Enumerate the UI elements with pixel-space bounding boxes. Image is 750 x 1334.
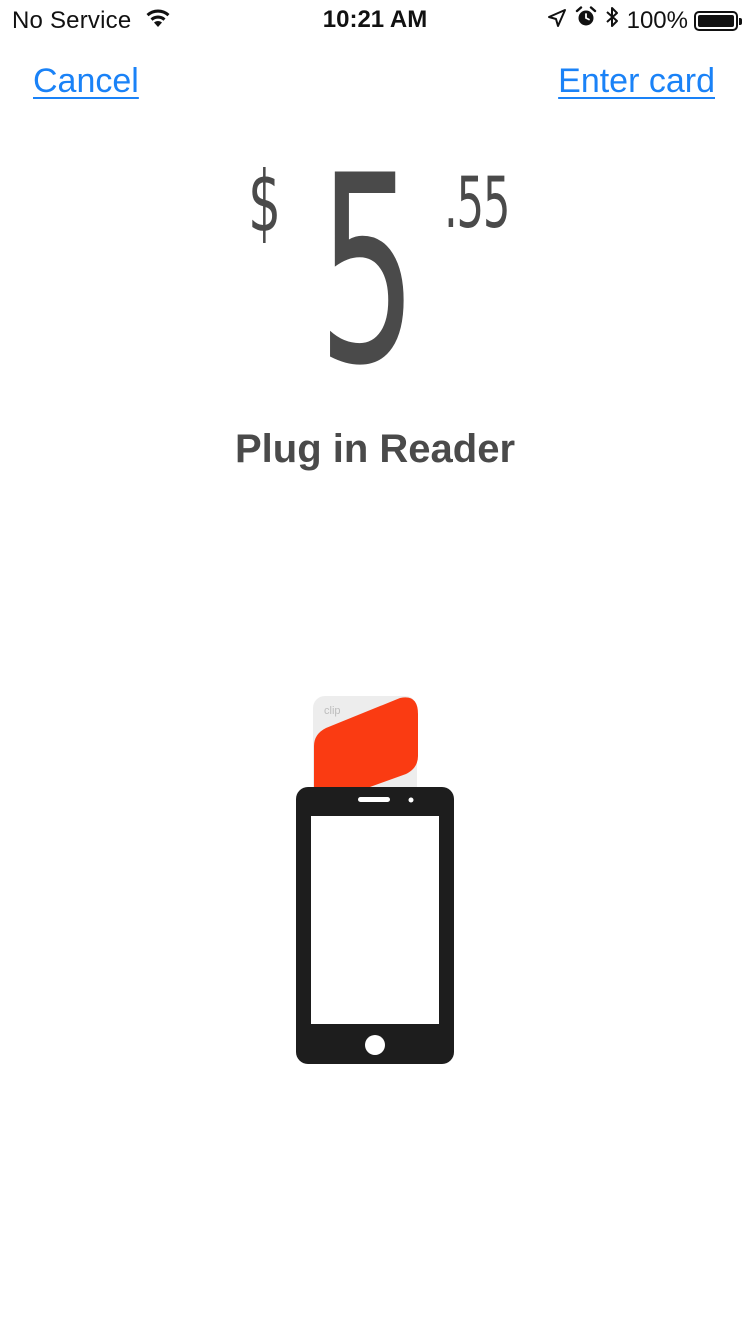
amount-whole: 5: [318, 121, 418, 423]
phone-camera: [408, 797, 414, 803]
status-bar: No Service 10:21 AM 100%: [0, 0, 750, 40]
bluetooth-icon: [605, 6, 619, 35]
enter-card-button[interactable]: Enter card: [558, 62, 715, 101]
phone-home-button: [365, 1035, 385, 1055]
cancel-button[interactable]: Cancel: [33, 62, 139, 101]
phone-reader-graphic: clip: [296, 696, 454, 1064]
location-icon: [547, 7, 567, 35]
plug-in-reader-illustration: clip: [290, 690, 460, 1070]
instruction-text: Plug in Reader: [234, 427, 516, 471]
phone-speaker: [358, 797, 390, 802]
battery-icon: [694, 10, 742, 31]
phone-icon: [296, 787, 454, 1064]
status-right: 100%: [547, 6, 742, 35]
amount-currency-symbol: $: [248, 153, 282, 251]
phone-screen: [311, 816, 439, 1024]
battery-percent: 100%: [626, 6, 688, 34]
battery-fill: [698, 14, 734, 27]
amount-cents: .55: [444, 162, 511, 244]
alarm-icon: [575, 6, 597, 35]
reader-brand-label: clip: [324, 705, 341, 717]
charge-amount: $ 5 .55: [0, 142, 750, 402]
